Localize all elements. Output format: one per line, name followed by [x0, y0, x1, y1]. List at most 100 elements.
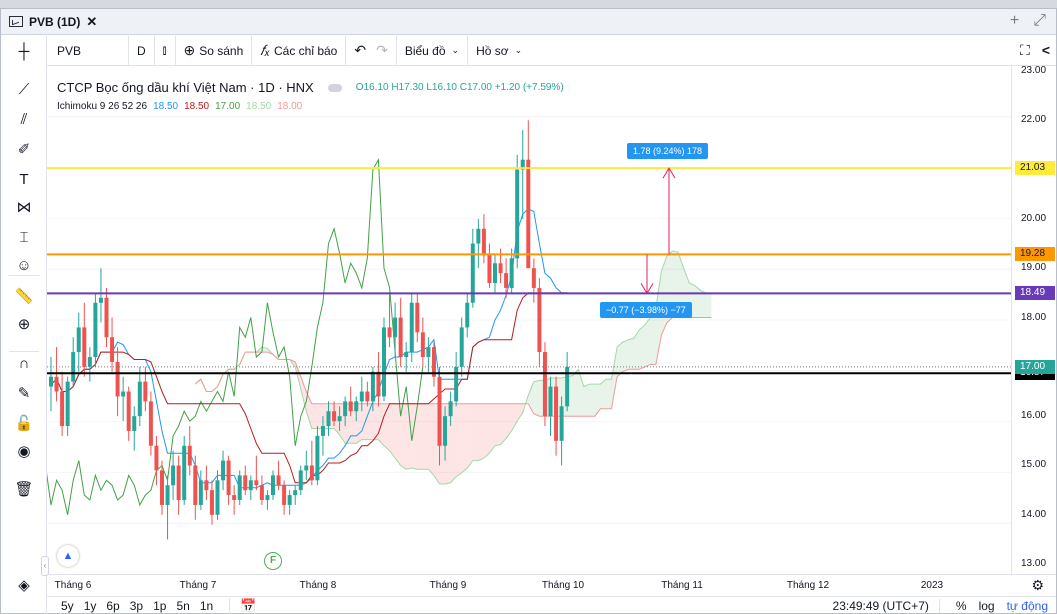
- time-tick-label: Tháng 7: [179, 580, 217, 591]
- interval-button[interactable]: D: [129, 35, 155, 66]
- candle-body: [293, 490, 298, 496]
- indicators-label: Các chỉ báo: [273, 43, 338, 58]
- go-to-date-icon[interactable]: 📅: [229, 598, 256, 614]
- kumo-cloud-segment: [467, 403, 473, 468]
- ohlc-values: O16.10 H17.30 L16.10 C17.00 +1.20 (+7.59…: [356, 82, 564, 93]
- range-1y[interactable]: 1y: [84, 599, 97, 613]
- add-tab-icon[interactable]: +: [1010, 12, 1019, 30]
- redo-icon[interactable]: ↷: [376, 42, 388, 59]
- layers-icon[interactable]: ◈: [14, 576, 34, 596]
- profile-menu-button[interactable]: Hồ sơ ⌄: [468, 36, 530, 66]
- log-toggle[interactable]: log: [979, 599, 995, 613]
- trend-line-icon[interactable]: ⟋: [14, 80, 34, 100]
- ruler-icon[interactable]: 📏: [14, 287, 34, 307]
- candle-body: [459, 327, 464, 367]
- kumo-cloud-segment: [478, 403, 484, 461]
- indicator-name[interactable]: Ichimoku 9 26 52 26: [57, 101, 147, 112]
- range-6m[interactable]: 6p: [106, 599, 119, 613]
- brush-icon[interactable]: ✐: [14, 140, 34, 160]
- candle-body: [415, 302, 420, 333]
- candle-body: [337, 416, 342, 422]
- candle-body: [132, 416, 137, 431]
- zoom-in-icon[interactable]: ⊕: [14, 315, 34, 335]
- price-tick-label: 23.00: [1021, 64, 1047, 76]
- compare-button[interactable]: ⊕ So sánh: [176, 35, 253, 66]
- axis-settings-icon[interactable]: ⚙: [1031, 577, 1044, 594]
- candle-body: [259, 485, 264, 501]
- undo-icon[interactable]: ↶: [354, 42, 366, 59]
- tradingview-logo-icon[interactable]: ▲: [57, 545, 79, 567]
- time-tick-label: Tháng 8: [299, 580, 337, 591]
- eye-icon[interactable]: ◉: [14, 442, 34, 462]
- range-5y[interactable]: 5y: [61, 599, 74, 613]
- candle-body: [298, 470, 303, 491]
- candle-body: [365, 391, 370, 402]
- price-chart[interactable]: [47, 66, 1011, 574]
- pencil-lock-icon[interactable]: ✎: [14, 384, 34, 404]
- fullscreen-icon[interactable]: ⛶: [1020, 42, 1030, 59]
- candle-body: [226, 460, 231, 496]
- candle-body: [198, 480, 203, 505]
- candle-body: [326, 411, 331, 427]
- measure-tool-icon[interactable]: ⌶: [14, 228, 34, 248]
- clock-timezone[interactable]: 23:49:49 (UTC+7): [833, 599, 940, 613]
- trash-icon[interactable]: 🗑: [14, 480, 34, 500]
- chart-pane[interactable]: CTCP Bọc ống dầu khí Việt Nam · 1D · HNX…: [47, 66, 1011, 574]
- magnet-icon[interactable]: ∩: [14, 354, 34, 374]
- price-tick-label: 14.00: [1021, 508, 1047, 520]
- candle-body: [187, 445, 192, 466]
- lock-icon[interactable]: 🔓: [14, 414, 34, 434]
- candle-body: [98, 297, 103, 303]
- candle-body: [393, 317, 398, 338]
- time-tick-label: Tháng 10: [541, 580, 585, 591]
- candle-body: [515, 169, 520, 259]
- kumo-cloud-segment: [456, 403, 462, 477]
- range-3m[interactable]: 3p: [130, 599, 143, 613]
- earnings-marker[interactable]: F: [264, 552, 282, 570]
- candle-body: [504, 273, 509, 288]
- range-1m[interactable]: 1p: [153, 599, 166, 613]
- share-icon[interactable]: <: [1042, 42, 1050, 59]
- kumo-cloud-segment: [483, 403, 490, 459]
- percent-toggle[interactable]: %: [956, 599, 967, 613]
- expand-window-icon[interactable]: ⤢: [1033, 12, 1046, 30]
- kumo-cloud-segment: [461, 403, 468, 473]
- fib-icon[interactable]: ⫽: [14, 110, 34, 130]
- chevron-down-icon: ⌄: [514, 45, 523, 55]
- time-axis[interactable]: ⚙ Tháng 6 Tháng 7 Tháng 8 Tháng 9 Tháng 10 Th…: [47, 574, 1056, 596]
- candle-body: [487, 253, 492, 284]
- candle-body: [387, 327, 392, 338]
- undo-redo-group: ↶ ↷: [346, 35, 397, 66]
- legend-toggle-dot[interactable]: [327, 83, 342, 92]
- time-tick-label: Tháng 11: [661, 580, 703, 591]
- candle-body: [454, 366, 459, 402]
- candle-body: [143, 381, 148, 402]
- symbol-search-button[interactable]: PVB: [47, 35, 129, 66]
- measure-down-badge[interactable]: −0.77 (−3.98%) −77: [600, 302, 692, 318]
- tab-close-icon[interactable]: ✕: [86, 14, 97, 30]
- candle-body: [420, 332, 425, 357]
- tab-title[interactable]: PVB (1D): [29, 15, 80, 29]
- chart-menu-button[interactable]: Biểu đồ ⌄: [397, 35, 469, 66]
- auto-scale-toggle[interactable]: tự động: [1007, 599, 1048, 613]
- candle-body: [448, 401, 453, 417]
- chart-menu-label: Biểu đồ: [404, 43, 446, 58]
- range-5d[interactable]: 5n: [176, 599, 189, 613]
- candle-body: [110, 337, 115, 362]
- chart-style-button[interactable]: ⫾: [155, 35, 176, 66]
- price-axis[interactable]: 23.0022.0021.0020.0019.0018.0016.0015.00…: [1011, 64, 1056, 574]
- range-1d[interactable]: 1n: [200, 599, 213, 613]
- measure-up-badge[interactable]: 1.78 (9.24%) 178: [627, 143, 709, 159]
- indicator-value: 18.50: [153, 101, 179, 112]
- candle-body: [171, 465, 176, 486]
- kumo-cloud-segment: [489, 403, 495, 454]
- pattern-icon[interactable]: ⋈: [14, 198, 34, 218]
- emoji-icon[interactable]: ☺: [14, 256, 34, 276]
- candle-body: [54, 376, 59, 392]
- crosshair-icon[interactable]: ┼: [14, 42, 34, 62]
- kumo-cloud-segment: [705, 292, 712, 318]
- text-icon[interactable]: T: [14, 170, 34, 190]
- price-tick-label: 15.00: [1021, 459, 1047, 471]
- candle-body: [137, 381, 142, 417]
- indicators-button[interactable]: 𝑓ₓ Các chỉ báo: [252, 35, 347, 66]
